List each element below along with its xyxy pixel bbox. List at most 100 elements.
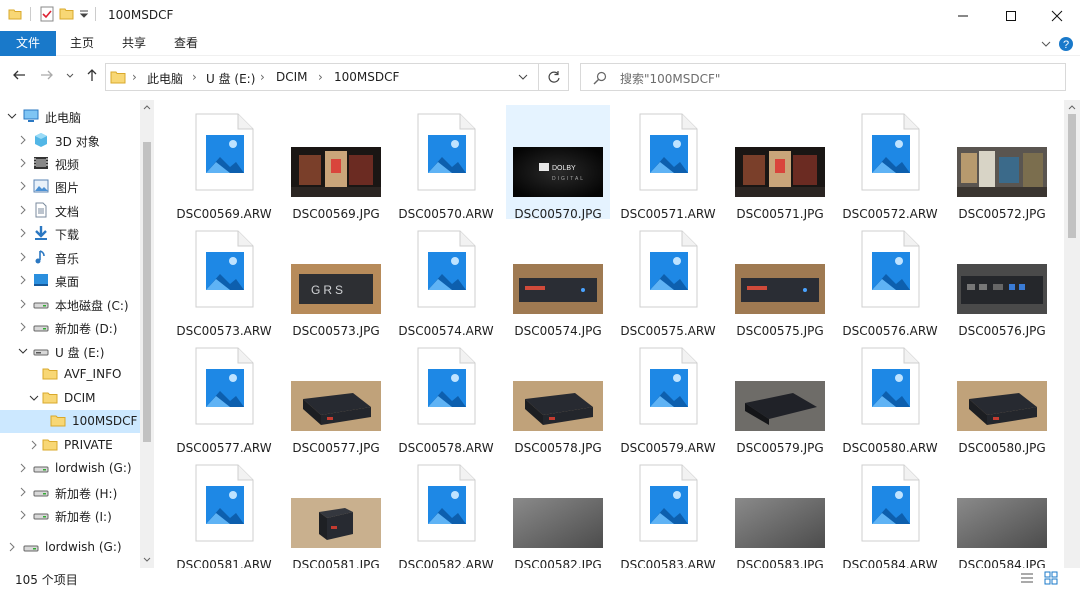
sidebar-item[interactable]: 100MSDCF (0, 410, 140, 433)
scroll-thumb[interactable] (1068, 114, 1076, 238)
sidebar-item[interactable]: 本地磁盘 (C:) (0, 293, 140, 316)
back-icon[interactable] (12, 68, 26, 82)
file-item[interactable]: DSC00574.ARW (394, 222, 498, 338)
customize-qat-icon[interactable] (79, 8, 89, 20)
file-item[interactable]: DSC00581.JPG (284, 456, 388, 568)
large-icons-view-icon[interactable] (1044, 571, 1058, 585)
tab-view[interactable]: 查看 (162, 31, 210, 56)
breadcrumb-item[interactable]: 此电脑 (147, 70, 183, 87)
file-item[interactable]: GRS DSC00573.JPG (284, 222, 388, 338)
file-item[interactable]: DSC00569.JPG (284, 105, 388, 221)
breadcrumb-item[interactable]: 100MSDCF (334, 70, 399, 84)
file-item[interactable]: DSC00584.JPG (950, 456, 1054, 568)
scroll-thumb[interactable] (143, 142, 151, 442)
sidebar-item[interactable]: 文档 (0, 199, 140, 222)
file-item[interactable]: DSC00572.ARW (838, 105, 942, 221)
address-history-icon[interactable] (518, 74, 528, 82)
expand-ribbon-icon[interactable] (1041, 39, 1051, 49)
new-folder-icon[interactable] (59, 6, 75, 22)
breadcrumb-item[interactable]: DCIM (276, 70, 308, 84)
sidebar-item[interactable]: DCIM (0, 387, 140, 410)
file-item[interactable]: DSC00580.ARW (838, 339, 942, 455)
tab-home[interactable]: 主页 (58, 31, 106, 56)
chevron-down-icon[interactable] (7, 111, 17, 121)
chevron-right-icon[interactable] (18, 463, 28, 473)
chevron-right-icon[interactable] (18, 252, 28, 262)
chevron-down-icon[interactable] (18, 346, 28, 356)
file-item[interactable]: DSC00579.JPG (728, 339, 832, 455)
up-icon[interactable] (85, 68, 99, 82)
file-item[interactable]: DSC00582.JPG (506, 456, 610, 568)
properties-icon[interactable] (39, 6, 55, 22)
chevron-right-icon[interactable] (18, 322, 28, 332)
scroll-up-icon[interactable] (143, 104, 151, 110)
sidebar-item[interactable]: 新加卷 (D:) (0, 316, 140, 339)
breadcrumb-separator[interactable]: › (132, 70, 137, 84)
chevron-right-icon[interactable] (18, 205, 28, 215)
tab-file[interactable]: 文件 (0, 31, 56, 56)
file-item[interactable]: DSC00578.ARW (394, 339, 498, 455)
search-box[interactable]: 搜索"100MSDCF" (580, 63, 1066, 91)
chevron-right-icon[interactable] (18, 275, 28, 285)
file-item[interactable]: DSC00581.ARW (172, 456, 276, 568)
tab-share[interactable]: 共享 (110, 31, 158, 56)
chevron-right-icon[interactable] (18, 299, 28, 309)
file-item[interactable]: DSC00577.JPG (284, 339, 388, 455)
chevron-down-icon[interactable] (29, 393, 39, 403)
sidebar-item[interactable]: 视频 (0, 152, 140, 175)
sidebar-item[interactable]: U 盘 (E:) (0, 340, 140, 363)
file-item[interactable]: DSC00576.JPG (950, 222, 1054, 338)
sidebar-item[interactable]: 音乐 (0, 246, 140, 269)
chevron-right-icon[interactable] (18, 510, 28, 520)
scroll-down-icon[interactable] (143, 557, 151, 563)
breadcrumb-separator[interactable]: › (192, 70, 197, 84)
chevron-right-icon[interactable] (7, 542, 17, 552)
sidebar-item[interactable]: lordwish (G:) (0, 536, 140, 559)
file-item[interactable]: DSC00582.ARW (394, 456, 498, 568)
sidebar-item[interactable]: PRIVATE (0, 434, 140, 457)
file-item[interactable]: DSC00575.JPG (728, 222, 832, 338)
sidebar-item[interactable]: 此电脑 (0, 105, 140, 128)
sidebar-item[interactable]: 桌面 (0, 269, 140, 292)
refresh-button[interactable] (538, 63, 569, 91)
file-item[interactable]: DSC00583.ARW (616, 456, 720, 568)
sidebar-item[interactable]: 图片 (0, 175, 140, 198)
file-list-scrollbar[interactable] (1064, 100, 1080, 568)
sidebar-item[interactable]: 新加卷 (H:) (0, 481, 140, 504)
navigation-scrollbar[interactable] (140, 100, 154, 568)
breadcrumb-separator[interactable]: › (318, 70, 323, 84)
file-item[interactable]: DSC00571.ARW (616, 105, 720, 221)
file-item[interactable]: DOLBY DIGITAL DSC00570.JPG (506, 105, 610, 221)
breadcrumb-item[interactable]: U 盘 (E:) (206, 70, 255, 87)
address-bar[interactable]: › 此电脑 › U 盘 (E:) › DCIM › 100MSDCF (105, 63, 539, 91)
breadcrumb-separator[interactable]: › (260, 70, 265, 84)
file-item[interactable]: DSC00569.ARW (172, 105, 276, 221)
file-item[interactable]: DSC00570.ARW (394, 105, 498, 221)
sidebar-item[interactable]: 新加卷 (I:) (0, 504, 140, 527)
file-item[interactable]: DSC00580.JPG (950, 339, 1054, 455)
help-icon[interactable]: ? (1058, 36, 1074, 52)
file-item[interactable]: DSC00574.JPG (506, 222, 610, 338)
file-item[interactable]: DSC00575.ARW (616, 222, 720, 338)
forward-icon[interactable] (40, 68, 54, 82)
recent-locations-icon[interactable] (66, 72, 74, 80)
sidebar-item[interactable]: lordwish (G:) (0, 457, 140, 480)
file-item[interactable]: DSC00576.ARW (838, 222, 942, 338)
file-item[interactable]: DSC00571.JPG (728, 105, 832, 221)
file-item[interactable]: DSC00583.JPG (728, 456, 832, 568)
file-item[interactable]: DSC00578.JPG (506, 339, 610, 455)
file-item[interactable]: DSC00579.ARW (616, 339, 720, 455)
sidebar-item[interactable]: 下载 (0, 222, 140, 245)
scroll-up-icon[interactable] (1068, 104, 1076, 110)
chevron-right-icon[interactable] (18, 135, 28, 145)
file-item[interactable]: DSC00572.JPG (950, 105, 1054, 221)
file-item[interactable]: DSC00584.ARW (838, 456, 942, 568)
sidebar-item[interactable]: 3D 对象 (0, 129, 140, 152)
maximize-button[interactable] (988, 0, 1034, 31)
chevron-right-icon[interactable] (18, 487, 28, 497)
chevron-right-icon[interactable] (18, 158, 28, 168)
file-item[interactable]: DSC00577.ARW (172, 339, 276, 455)
sidebar-item[interactable]: AVF_INFO (0, 363, 140, 386)
chevron-right-icon[interactable] (18, 181, 28, 191)
details-view-icon[interactable] (1020, 572, 1034, 584)
